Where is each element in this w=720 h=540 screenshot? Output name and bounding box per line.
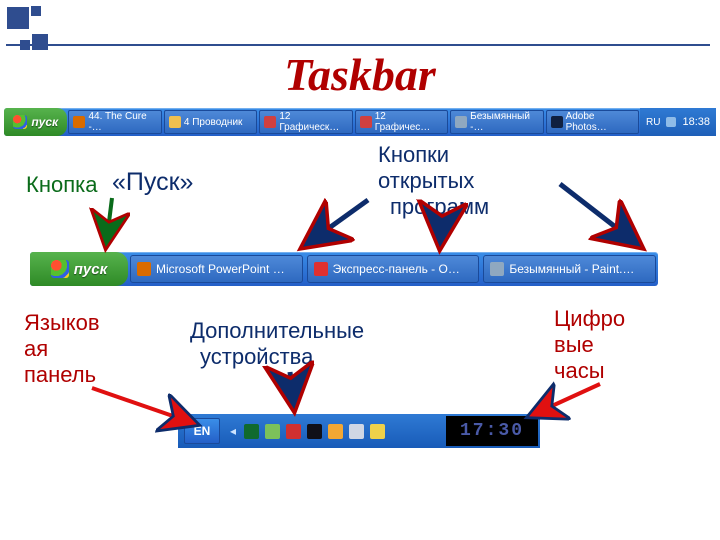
start-label: пуск	[74, 261, 107, 278]
label-open-programs-1: Кнопки	[378, 142, 449, 167]
taskbar-button[interactable]: 44. The Cure -…	[68, 110, 161, 134]
tray-icon[interactable]	[370, 424, 385, 439]
label-clock-2: вые	[554, 332, 594, 357]
app-icon	[455, 116, 467, 128]
label-extra-devices-2: устройства	[200, 344, 313, 369]
taskbar-button[interactable]: Безымянный -…	[450, 110, 543, 134]
task-label: Безымянный -…	[470, 111, 538, 133]
app-icon	[73, 116, 85, 128]
system-tray: RU 18:38	[640, 108, 716, 136]
taskbar-button[interactable]: Adobe Photos…	[546, 110, 639, 134]
taskbar-button[interactable]: Безымянный - Paint.…	[483, 255, 656, 283]
digital-clock: 17:30	[446, 416, 538, 446]
taskbar-button[interactable]: Microsoft PowerPoint …	[130, 255, 303, 283]
tray-icon[interactable]	[349, 424, 364, 439]
tray-icon[interactable]	[307, 424, 322, 439]
start-label: пуск	[31, 115, 58, 129]
app-icon	[314, 262, 328, 276]
decor-rule	[6, 44, 710, 46]
label-start-button-2: «Пуск»	[112, 168, 193, 197]
label-extra-devices-1: Дополнительные	[190, 318, 364, 343]
task-label: 44. The Cure -…	[88, 111, 156, 133]
tray-sep-icon	[666, 117, 676, 127]
task-label: 12 Графическ…	[279, 111, 347, 133]
label-clock-1: Цифро	[554, 306, 625, 331]
start-button[interactable]: пуск	[30, 252, 128, 286]
label-open-programs-3: программ	[390, 194, 489, 219]
mid-taskbar: пуск Microsoft PowerPoint … Экспресс-пан…	[30, 252, 658, 286]
language-indicator[interactable]: EN	[184, 418, 220, 444]
task-label: Microsoft PowerPoint …	[156, 262, 285, 276]
task-label: Безымянный - Paint.…	[509, 262, 634, 276]
tray-icon[interactable]	[286, 424, 301, 439]
tray-icons	[244, 424, 385, 439]
windows-logo-icon	[13, 115, 27, 129]
label-clock-3: часы	[554, 358, 605, 383]
task-label: Экспресс-панель - O…	[333, 262, 460, 276]
app-icon	[264, 116, 276, 128]
bottom-tray-bar: EN ◂ 17:30	[178, 414, 540, 448]
taskbar-button[interactable]: 12 Графичес…	[355, 110, 448, 134]
taskbar-button[interactable]: 12 Графическ…	[259, 110, 352, 134]
tray-icon[interactable]	[244, 424, 259, 439]
task-label: Adobe Photos…	[566, 111, 634, 133]
start-button[interactable]: пуск	[4, 108, 67, 136]
tray-lang[interactable]: RU	[646, 117, 660, 128]
app-icon	[137, 262, 151, 276]
top-taskbar: пуск 44. The Cure -… 4 Проводник 12 Граф…	[4, 108, 716, 136]
chevron-left-icon[interactable]: ◂	[230, 424, 236, 438]
tray-icon[interactable]	[265, 424, 280, 439]
app-icon	[490, 262, 504, 276]
slide-title: Taskbar	[0, 48, 720, 101]
label-lang-panel-1: Языков	[24, 310, 100, 335]
task-label: 4 Проводник	[184, 117, 243, 128]
slide-stage: { "title": "Taskbar", "top_taskbar": { "…	[0, 0, 720, 540]
windows-logo-icon	[51, 260, 69, 278]
label-start-button-1: Кнопка	[26, 172, 97, 197]
tray-icon[interactable]	[328, 424, 343, 439]
taskbar-button[interactable]: 4 Проводник	[164, 110, 257, 134]
tray-clock: 18:38	[682, 116, 710, 128]
app-icon	[551, 116, 563, 128]
label-open-programs-2: открытых	[378, 168, 474, 193]
app-icon	[169, 116, 181, 128]
label-lang-panel-3: панель	[24, 362, 96, 387]
app-icon	[360, 116, 372, 128]
task-label: 12 Графичес…	[375, 111, 443, 133]
label-lang-panel-2: ая	[24, 336, 48, 361]
taskbar-button[interactable]: Экспресс-панель - O…	[307, 255, 480, 283]
